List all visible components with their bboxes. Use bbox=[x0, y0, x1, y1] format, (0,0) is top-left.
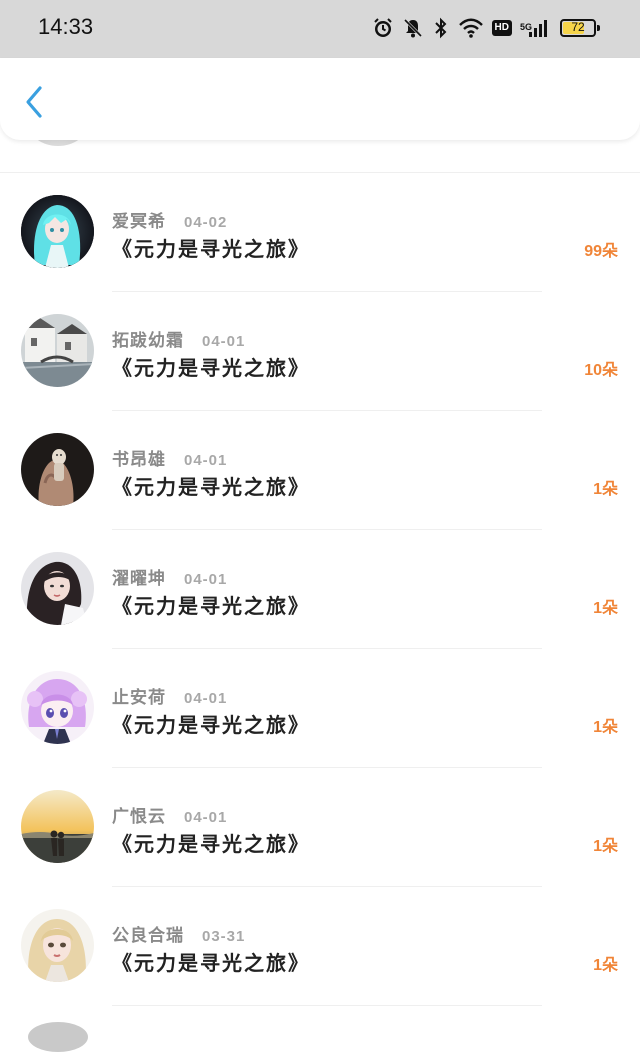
header-bar bbox=[0, 58, 640, 140]
item-count: 10朵 bbox=[584, 362, 618, 379]
item-count: 1朵 bbox=[593, 838, 618, 855]
item-meta: 书昂雄 04-01 bbox=[112, 445, 227, 470]
status-time: 14:33 bbox=[38, 14, 94, 39]
list-item[interactable]: 爱冥希 04-02 《元力是寻光之旅》 99朵 bbox=[0, 173, 640, 292]
item-meta: 止安荷 04-01 bbox=[112, 683, 227, 708]
avatar[interactable] bbox=[21, 195, 94, 268]
item-date: 04-02 bbox=[184, 214, 228, 231]
list-item[interactable]: 拓跋幼霜 04-01 《元力是寻光之旅》 10朵 bbox=[0, 292, 640, 411]
status-icons: HD 5G 72 bbox=[372, 16, 600, 40]
list-item[interactable]: 书昂雄 04-01 《元力是寻光之旅》 1朵 bbox=[0, 411, 640, 530]
item-count: 1朵 bbox=[593, 600, 618, 617]
item-title: 《元力是寻光之旅》 bbox=[112, 832, 310, 856]
item-count: 1朵 bbox=[593, 719, 618, 736]
list-rows: 爱冥希 04-02 《元力是寻光之旅》 99朵 拓跋幼霜 04-01 《元力是寻… bbox=[0, 173, 640, 1006]
avatar[interactable] bbox=[21, 671, 94, 744]
wifi-icon bbox=[458, 17, 484, 39]
user-name[interactable]: 公良合瑞 bbox=[112, 921, 184, 946]
user-name[interactable]: 爱冥希 bbox=[112, 207, 166, 232]
list-item[interactable]: 广恨云 04-01 《元力是寻光之旅》 1朵 bbox=[0, 768, 640, 887]
item-date: 04-01 bbox=[202, 333, 246, 350]
item-title: 《元力是寻光之旅》 bbox=[112, 475, 310, 499]
battery-level: 72 bbox=[571, 20, 585, 34]
avatar-partial bbox=[28, 1022, 88, 1052]
gift-list: 爱冥希 04-02 《元力是寻光之旅》 99朵 拓跋幼霜 04-01 《元力是寻… bbox=[0, 100, 640, 1006]
list-item[interactable]: 濯曜坤 04-01 《元力是寻光之旅》 1朵 bbox=[0, 530, 640, 649]
bluetooth-icon bbox=[432, 17, 450, 39]
signal-icon: 5G bbox=[520, 18, 548, 38]
item-title: 《元力是寻光之旅》 bbox=[112, 713, 310, 737]
item-date: 04-01 bbox=[184, 452, 228, 469]
avatar[interactable] bbox=[21, 909, 94, 982]
battery-icon: 72 bbox=[560, 19, 600, 37]
avatar[interactable] bbox=[21, 790, 94, 863]
avatar[interactable] bbox=[21, 552, 94, 625]
item-meta: 爱冥希 04-02 bbox=[112, 207, 227, 232]
list-item[interactable]: 公良合瑞 03-31 《元力是寻光之旅》 1朵 bbox=[0, 887, 640, 1006]
avatar[interactable] bbox=[21, 314, 94, 387]
user-name[interactable]: 濯曜坤 bbox=[112, 564, 166, 589]
user-name[interactable]: 书昂雄 bbox=[112, 445, 166, 470]
item-date: 04-01 bbox=[184, 809, 228, 826]
item-meta: 公良合瑞 03-31 bbox=[112, 921, 245, 946]
user-name[interactable]: 拓跋幼霜 bbox=[112, 326, 184, 351]
battery-cap bbox=[597, 25, 600, 31]
item-date: 03-31 bbox=[202, 928, 246, 945]
list-item[interactable]: 止安荷 04-01 《元力是寻光之旅》 1朵 bbox=[0, 649, 640, 768]
item-title: 《元力是寻光之旅》 bbox=[112, 356, 310, 380]
item-meta: 广恨云 04-01 bbox=[112, 802, 227, 827]
item-date: 04-01 bbox=[184, 690, 228, 707]
item-title: 《元力是寻光之旅》 bbox=[112, 951, 310, 975]
item-meta: 拓跋幼霜 04-01 bbox=[112, 326, 245, 351]
back-button[interactable] bbox=[18, 82, 52, 122]
chevron-left-icon bbox=[26, 86, 42, 118]
avatar[interactable] bbox=[21, 433, 94, 506]
item-date: 04-01 bbox=[184, 571, 228, 588]
item-count: 99朵 bbox=[584, 243, 618, 260]
user-name[interactable]: 止安荷 bbox=[112, 683, 166, 708]
alarm-icon bbox=[372, 17, 394, 39]
mute-icon bbox=[402, 17, 424, 39]
hd-icon: HD bbox=[491, 20, 512, 36]
item-count: 1朵 bbox=[593, 481, 618, 498]
item-count: 1朵 bbox=[593, 957, 618, 974]
user-name[interactable]: 广恨云 bbox=[112, 802, 166, 827]
item-title: 《元力是寻光之旅》 bbox=[112, 594, 310, 618]
network-type: 5G bbox=[519, 22, 532, 32]
item-meta: 濯曜坤 04-01 bbox=[112, 564, 227, 589]
status-bar: 14:33 HD 5G 72 bbox=[0, 0, 640, 58]
item-title: 《元力是寻光之旅》 bbox=[112, 237, 310, 261]
